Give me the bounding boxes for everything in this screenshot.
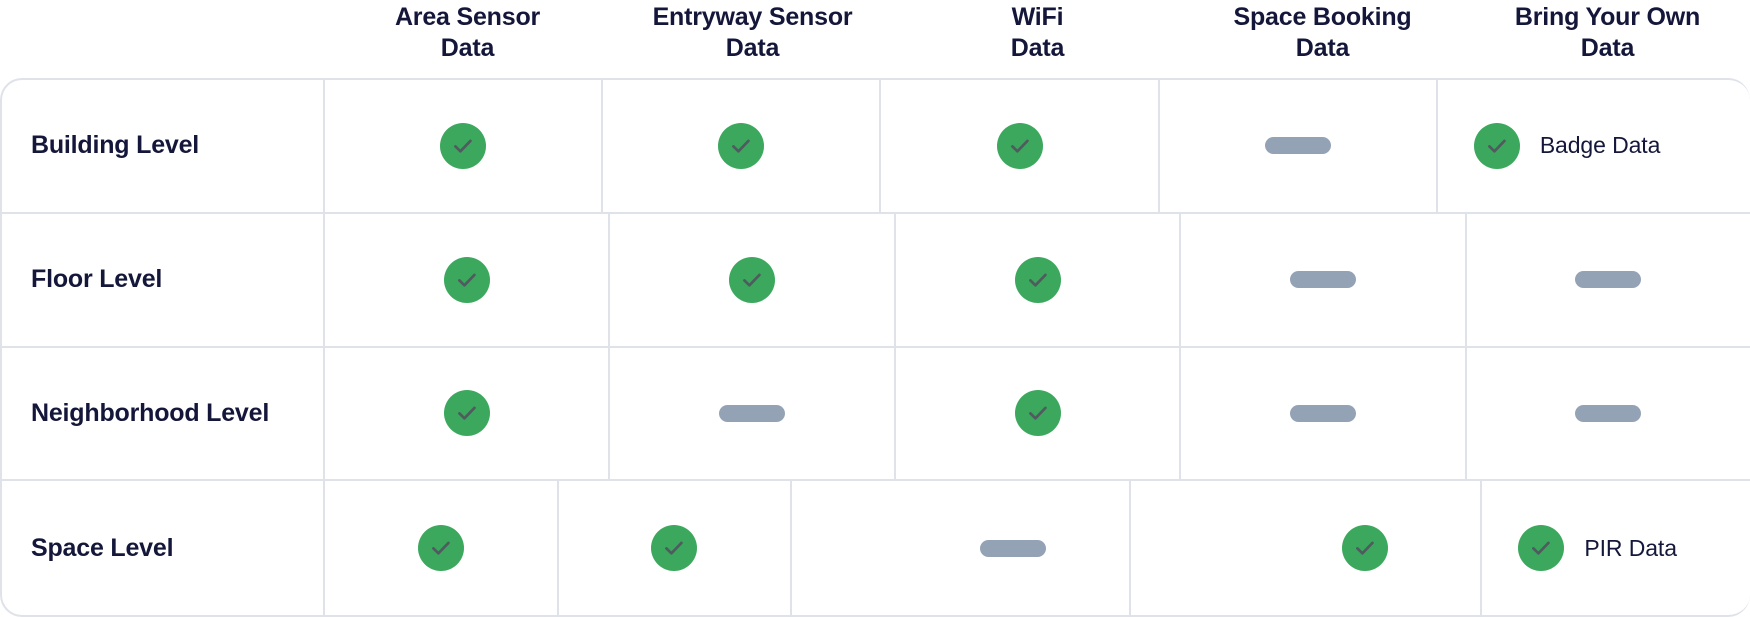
row-header-space-level: Space Level (2, 481, 325, 615)
check-circle-icon (1014, 390, 1061, 437)
cell-note: Badge Data (1539, 132, 1661, 159)
cell-building-entryway (603, 80, 882, 212)
cell-building-wifi (881, 80, 1160, 212)
row-header-neighborhood-level: Neighborhood Level (2, 347, 325, 480)
check-circle-icon (443, 390, 490, 437)
check-circle-icon (1014, 256, 1061, 303)
table-row: Building Level Badge Data (2, 80, 1750, 214)
cell-neighborhood-space-booking (1181, 347, 1467, 480)
dash-pill-icon (1264, 137, 1331, 155)
check-circle-icon (1518, 525, 1565, 572)
check-circle-icon (1473, 122, 1520, 169)
cell-neighborhood-byod (1467, 348, 1750, 480)
cell-floor-area-sensor (325, 213, 611, 346)
table-row: Space Level PIR Data (2, 481, 1750, 615)
dash-pill-icon (1575, 271, 1642, 289)
check-circle-icon (417, 525, 464, 572)
column-header-label: WiFi Data (1010, 3, 1065, 62)
dash-pill-icon (1575, 404, 1642, 422)
data-availability-matrix: Area Sensor Data Entryway Sensor Data Wi… (0, 0, 1750, 617)
check-circle-icon (996, 122, 1043, 169)
column-header-wifi: WiFi Data (895, 0, 1180, 78)
column-header-area-sensor: Area Sensor Data (325, 0, 610, 78)
dash-pill-icon (1289, 271, 1356, 289)
cell-space-space-booking (1131, 481, 1483, 615)
check-circle-icon (1341, 525, 1388, 572)
cell-building-space-booking (1160, 80, 1438, 212)
cell-note: PIR Data (1584, 534, 1677, 561)
table-row: Floor Level (2, 213, 1750, 348)
check-circle-icon (440, 122, 487, 169)
column-header-label: Entryway Sensor Data (652, 3, 853, 62)
column-header-entryway-sensor: Entryway Sensor Data (610, 0, 895, 78)
cell-neighborhood-area-sensor (325, 347, 611, 480)
cell-space-area-sensor (325, 481, 559, 615)
column-header-label: Space Booking Data (1233, 3, 1412, 62)
column-header-label: Area Sensor Data (394, 3, 541, 62)
cell-floor-space-booking (1181, 213, 1467, 346)
dash-pill-icon (1289, 404, 1356, 422)
dash-pill-icon (979, 539, 1046, 557)
row-label: Neighborhood Level (31, 398, 270, 427)
cell-neighborhood-entryway (610, 347, 896, 480)
column-header-row: Area Sensor Data Entryway Sensor Data Wi… (0, 0, 1750, 78)
cell-floor-wifi (896, 213, 1182, 346)
header-corner-spacer (0, 0, 325, 78)
column-header-bring-your-own-data: Bring Your Own Data (1465, 0, 1750, 78)
check-circle-icon (729, 256, 776, 303)
row-label: Floor Level (31, 265, 163, 294)
row-label: Space Level (31, 533, 174, 562)
cell-floor-entryway (610, 213, 896, 346)
cell-neighborhood-wifi (896, 347, 1182, 480)
cell-floor-byod (1467, 214, 1750, 346)
row-header-floor-level: Floor Level (2, 213, 325, 346)
check-circle-icon (718, 122, 765, 169)
dash-pill-icon (719, 404, 786, 422)
matrix-table: Building Level Badge Data Floor Level Ne… (0, 78, 1750, 617)
table-row: Neighborhood Level (2, 347, 1750, 482)
check-circle-icon (651, 525, 698, 572)
column-header-label: Bring Your Own Data (1514, 3, 1701, 62)
row-label: Building Level (31, 131, 200, 160)
cell-space-byod: PIR Data (1482, 481, 1750, 615)
check-circle-icon (443, 256, 490, 303)
row-header-building-level: Building Level (2, 80, 325, 212)
cell-space-entryway (559, 481, 793, 615)
cell-space-wifi (792, 481, 1131, 615)
cell-building-area-sensor (325, 80, 604, 212)
cell-building-byod: Badge Data (1438, 80, 1750, 212)
column-header-space-booking: Space Booking Data (1180, 0, 1465, 78)
